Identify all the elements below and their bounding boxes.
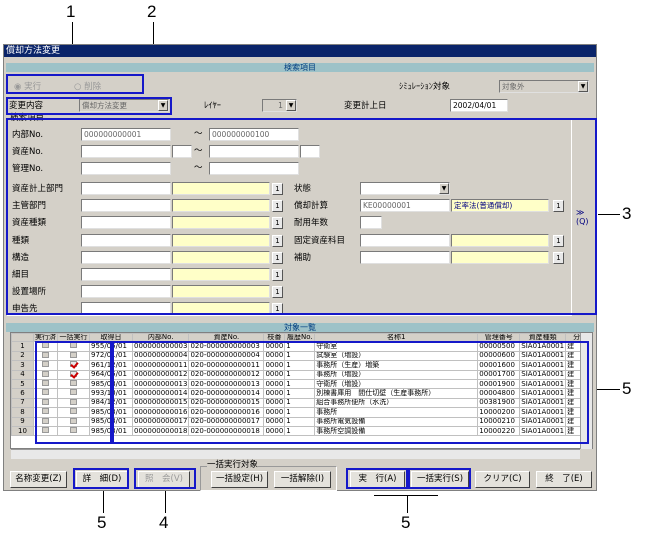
window-title: 償却方法変更 xyxy=(4,45,596,57)
callout-1: 1 xyxy=(66,2,76,21)
horizontal-scrollbar[interactable] xyxy=(11,449,580,459)
highlight-list-rows xyxy=(112,341,589,444)
layer-dropdown-icon[interactable]: ▼ xyxy=(286,100,296,111)
highlight-change xyxy=(6,97,172,115)
bulk-set-button[interactable]: 一括設定(H) xyxy=(211,471,268,488)
callout-2: 2 xyxy=(147,2,157,21)
highlight-mode xyxy=(6,74,144,94)
callout-line-5-exec-h xyxy=(374,495,438,496)
row-number: 5 xyxy=(11,379,34,390)
sim-label: ｼﾐｭﾚｰｼｮﾝ対象 xyxy=(399,82,451,92)
bulk-clear-button[interactable]: 一括解除(I) xyxy=(274,471,331,488)
column-header[interactable] xyxy=(11,333,34,343)
list-header: 対象一覧 xyxy=(6,323,594,332)
row-number: 7 xyxy=(11,397,34,409)
row-number: 3 xyxy=(11,360,34,371)
clear-button[interactable]: クリア(C) xyxy=(475,471,530,488)
callout-4: 4 xyxy=(159,513,169,532)
row-number: 1 xyxy=(11,341,34,352)
highlight-checkbox-columns xyxy=(35,341,112,444)
callout-line-5-exec-v xyxy=(407,495,408,513)
callout-3: 3 xyxy=(622,204,632,223)
sim-dropdown-icon[interactable]: ▼ xyxy=(578,81,588,92)
row-number: 2 xyxy=(11,350,34,362)
row-number: 8 xyxy=(11,407,34,418)
callout-line-3 xyxy=(598,214,620,215)
highlight-reference xyxy=(134,468,196,489)
highlight-exec xyxy=(346,468,408,489)
end-button[interactable]: 終 了(E) xyxy=(536,471,592,488)
row-number: 6 xyxy=(11,388,34,399)
row-number: 9 xyxy=(11,416,34,428)
date-input[interactable]: 2002/04/01 xyxy=(450,99,508,112)
highlight-detail xyxy=(73,468,129,489)
highlight-search-fields xyxy=(6,118,597,315)
row-number: 10 xyxy=(11,426,34,437)
search-section-header: 検索項目 xyxy=(6,63,594,72)
callout-5-exec: 5 xyxy=(401,513,411,532)
highlight-bulk-exec xyxy=(408,468,471,489)
row-number: 4 xyxy=(11,369,34,381)
callout-5-right: 5 xyxy=(622,379,632,398)
sim-select[interactable]: 対象外 xyxy=(499,80,589,93)
callout-5-detail: 5 xyxy=(97,513,107,532)
bulk-group-label: 一括実行対象 xyxy=(207,459,259,471)
rename-button[interactable]: 名称変更(Z) xyxy=(10,471,67,488)
layer-label: ﾚｲﾔｰ xyxy=(204,101,222,111)
date-label: 変更計上日 xyxy=(344,101,387,111)
